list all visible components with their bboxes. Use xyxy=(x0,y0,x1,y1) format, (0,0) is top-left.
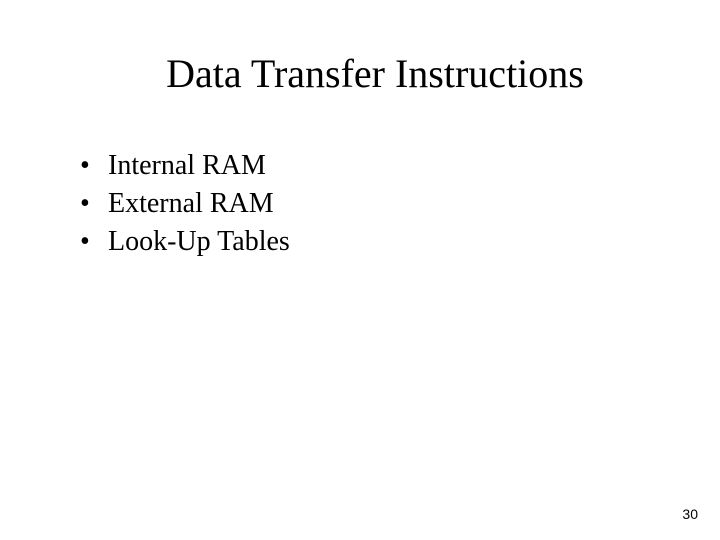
list-item: Look-Up Tables xyxy=(80,223,660,261)
list-item: Internal RAM xyxy=(80,147,660,185)
list-item: External RAM xyxy=(80,185,660,223)
page-number: 30 xyxy=(682,506,698,522)
bullet-list: Internal RAM External RAM Look-Up Tables xyxy=(60,147,660,260)
slide: Data Transfer Instructions Internal RAM … xyxy=(0,0,720,540)
slide-title: Data Transfer Instructions xyxy=(90,50,660,97)
